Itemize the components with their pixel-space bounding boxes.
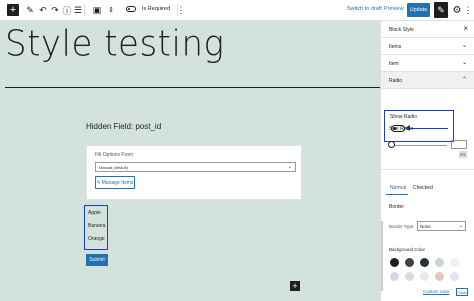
- border-type-select[interactable]: None ⌄: [417, 221, 466, 231]
- color-swatch[interactable]: [390, 272, 399, 281]
- list-item[interactable]: Apple: [88, 210, 101, 216]
- tab-normal[interactable]: Normal: [390, 185, 406, 191]
- styles-pen-icon[interactable]: ✎: [434, 2, 448, 18]
- info-icon[interactable]: ⓘ: [62, 3, 72, 17]
- more-options-icon[interactable]: ⋮: [177, 3, 186, 17]
- list-item[interactable]: Orange: [88, 236, 105, 242]
- toolbar-divider: [84, 4, 85, 16]
- chevron-down-icon: ⌄: [458, 223, 463, 229]
- size-radio-slider-thumb[interactable]: [388, 141, 395, 148]
- color-swatch[interactable]: [405, 258, 414, 267]
- update-button[interactable]: Update: [407, 3, 430, 17]
- active-tab-indicator: [386, 194, 408, 195]
- plus-icon[interactable]: +: [7, 4, 19, 16]
- move-arrows-icon[interactable]: ⇕: [107, 3, 115, 17]
- radio-options-list: Apple Banana Orange: [84, 205, 108, 250]
- fill-options-select-value: Manual (default): [99, 165, 128, 170]
- settings-sidebar: Block Style × Items ⌄ Item ⌄ Radio ⌃ Sho…: [380, 21, 474, 301]
- unit-select[interactable]: PX: [459, 151, 467, 158]
- custom-color-link[interactable]: Custom color: [423, 289, 450, 294]
- panel-item-label: Item: [389, 61, 399, 67]
- panel-item[interactable]: Item ⌄: [381, 55, 474, 72]
- border-type-value: None: [420, 224, 431, 229]
- hidden-field-label[interactable]: Hidden Field: post_id: [86, 122, 161, 131]
- editor-canvas[interactable]: Style testing Hidden Field: post_id Fill…: [0, 21, 380, 301]
- separator-line: [5, 87, 380, 88]
- color-swatch[interactable]: [420, 272, 429, 281]
- required-toggle[interactable]: [126, 6, 136, 12]
- list-item[interactable]: Banana: [88, 223, 105, 229]
- fill-options-panel: Fill Options From Manual (default) ⌄ ✎ M…: [86, 145, 302, 200]
- background-color-label: Background Color: [389, 247, 426, 252]
- size-radio-slider-track[interactable]: [391, 145, 447, 146]
- size-radio-input[interactable]: [451, 140, 467, 149]
- preview-link[interactable]: Preview: [384, 6, 404, 12]
- size-radio-label: Size Radio: [389, 126, 414, 132]
- block-type-icon[interactable]: ▣: [91, 3, 103, 17]
- sidebar-scrollbar[interactable]: [381, 221, 383, 291]
- pencil-icon[interactable]: ✎: [25, 3, 35, 17]
- border-heading: Border: [389, 204, 405, 210]
- chevron-down-icon: ⌄: [461, 43, 467, 49]
- panel-radio[interactable]: Radio ⌃: [381, 72, 474, 89]
- list-view-icon[interactable]: ☰: [73, 3, 83, 17]
- panel-items-label: Items: [389, 44, 402, 50]
- color-swatch[interactable]: [405, 272, 414, 281]
- border-type-label: Border Type: [389, 224, 414, 229]
- redo-icon[interactable]: ↷: [50, 3, 60, 17]
- divider: [381, 169, 474, 170]
- color-swatch[interactable]: [435, 258, 444, 267]
- chevron-down-icon: ⌄: [461, 60, 467, 66]
- manage-items-label: Manage Items: [101, 179, 134, 186]
- sidebar-header: Block Style ×: [381, 21, 474, 38]
- chevron-up-icon: ⌃: [461, 77, 467, 83]
- add-block-icon[interactable]: +: [290, 281, 300, 291]
- switch-to-draft-link[interactable]: Switch to draft: [347, 6, 382, 12]
- required-label: Is Required: [142, 6, 171, 12]
- fill-options-select[interactable]: Manual (default) ⌄: [95, 162, 296, 172]
- chevron-down-icon: ⌄: [287, 164, 292, 170]
- annotation-arrow: [408, 128, 448, 129]
- panel-items[interactable]: Items ⌄: [381, 38, 474, 55]
- color-swatch[interactable]: [450, 272, 459, 281]
- sidebar-title: Block Style: [389, 27, 414, 33]
- tab-checked[interactable]: Checked: [413, 185, 433, 191]
- page-title[interactable]: Style testing: [5, 23, 224, 65]
- fill-options-label: Fill Options From: [95, 152, 134, 158]
- color-swatch[interactable]: [435, 272, 444, 281]
- close-icon[interactable]: ×: [463, 24, 468, 33]
- undo-icon[interactable]: ↶: [38, 3, 48, 17]
- edit-icon: ✎: [96, 179, 101, 186]
- gear-icon[interactable]: ⚙: [452, 3, 462, 17]
- manage-items-button[interactable]: ✎ Manage Items: [95, 176, 135, 189]
- panel-radio-label: Radio: [389, 78, 403, 84]
- show-radio-label: Show Radio: [390, 114, 417, 120]
- color-swatch[interactable]: [450, 258, 459, 267]
- clear-button[interactable]: Clear: [456, 288, 468, 296]
- more-menu-icon[interactable]: ⋮: [464, 3, 473, 17]
- color-swatch[interactable]: [390, 258, 399, 267]
- submit-button[interactable]: Submit: [86, 254, 108, 266]
- color-swatch[interactable]: [420, 258, 429, 267]
- top-toolbar: + ✎ ↶ ↷ ⓘ ☰ ▣ ⇕ Is Required ⋮ Switch to …: [0, 0, 474, 21]
